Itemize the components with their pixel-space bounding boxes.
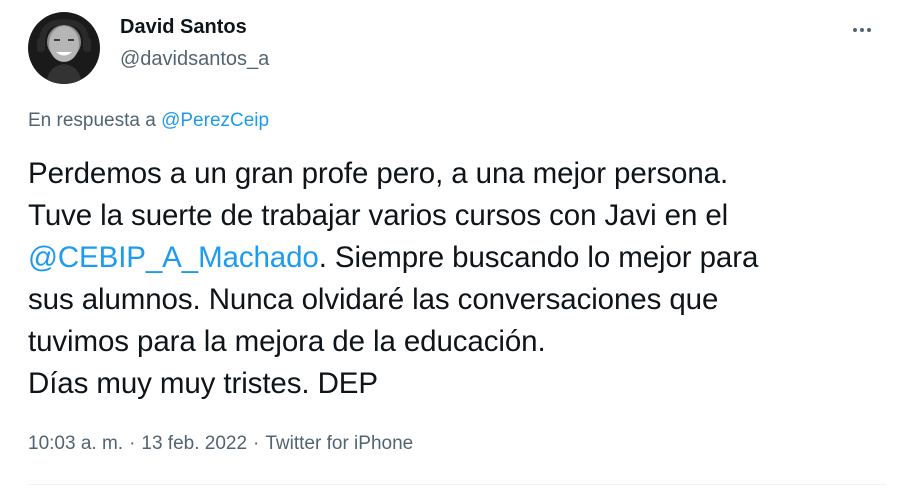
tweet-line: Tuve la suerte de trabajar varios cursos…	[28, 199, 729, 232]
tweet-line: sus alumnos. Nunca olvidaré las conversa…	[28, 283, 719, 316]
reply-mention-link[interactable]: @PerezCeip	[161, 110, 269, 131]
avatar-image	[28, 12, 100, 84]
tweet-text: Perdemos a un gran profe pero, a una mej…	[28, 153, 888, 405]
author-handle[interactable]: @davidsantos_a	[120, 48, 269, 71]
dot	[867, 28, 871, 32]
dot	[853, 28, 857, 32]
tweet-card: David Santos @davidsantos_a En respuesta…	[0, 0, 902, 490]
tweet-line-rest: . Siempre buscando lo mejor para	[318, 241, 759, 274]
author-display-name[interactable]: David Santos	[120, 16, 247, 39]
tweet-line: tuvimos para la mejora de la educación.	[28, 325, 546, 358]
tweet-line: Perdemos a un gran profe pero, a una mej…	[28, 157, 729, 190]
dot	[860, 28, 864, 32]
reply-context: En respuesta a @PerezCeip	[28, 110, 269, 132]
more-horizontal-icon[interactable]	[844, 16, 880, 44]
meta-separator: ·	[129, 433, 136, 454]
tweet-line: @CEBIP_A_Machado. Siempre buscando lo me…	[28, 237, 888, 279]
reply-prefix: En respuesta a	[28, 110, 156, 131]
avatar[interactable]	[28, 12, 100, 84]
tweet-line: Días muy muy tristes. DEP	[28, 367, 378, 400]
meta-separator: ·	[253, 433, 260, 454]
tweet-time-link[interactable]: 10:03 a. m.	[28, 433, 123, 454]
tweet-date-link[interactable]: 13 feb. 2022	[141, 433, 247, 454]
tweet-metadata: 10:03 a. m. · 13 feb. 2022 · Twitter for iPh…	[28, 433, 413, 455]
tweet-source-link[interactable]: Twitter for iPhone	[265, 433, 413, 454]
divider	[28, 484, 886, 485]
tweet-mention-link[interactable]: @CEBIP_A_Machado	[28, 241, 319, 274]
